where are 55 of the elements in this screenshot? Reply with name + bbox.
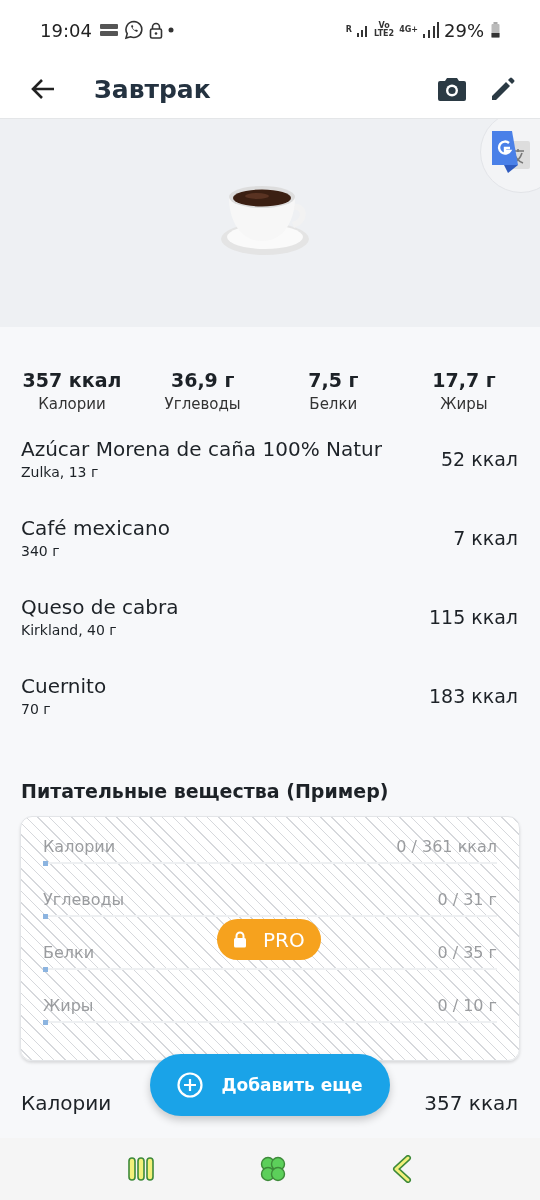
food-calories: 52 ккал [441, 447, 518, 470]
chevron-icon [392, 1155, 413, 1183]
nutrient-reading: 0 / 361 ккал [396, 837, 497, 856]
bars-icon [127, 1157, 154, 1181]
summary-value: 7,5 г [308, 369, 359, 391]
lock-icon [148, 21, 163, 39]
food-detail: 340 г [21, 543, 61, 559]
signal-icon [423, 22, 439, 38]
food-name: Queso de cabra [21, 595, 180, 619]
app-notification-icon [98, 23, 119, 37]
food-detail: Zulka, 13 г [21, 464, 100, 480]
nutrient-reading: 0 / 35 г [437, 943, 497, 962]
total-value: 357 ккал [424, 1091, 518, 1115]
food-name: Cuernito [21, 674, 108, 698]
summary-value: 17,7 г [432, 369, 496, 391]
dot-icon [167, 27, 174, 33]
add-more-button[interactable]: Добавить еще [150, 1054, 390, 1116]
pro-label: PRO [263, 927, 305, 952]
food-calories: 115 ккал [428, 605, 518, 628]
clover-icon [259, 1155, 287, 1183]
summary-label: Калории [38, 395, 106, 413]
food-calories: 183 ккал [428, 684, 518, 707]
nutrient-reading: 0 / 31 г [437, 890, 497, 909]
summary-label: Белки [309, 395, 358, 413]
network-label: Vo [378, 22, 390, 30]
nutrient-name: Углеводы [43, 890, 125, 909]
summary-value: 357 ккал [22, 369, 122, 391]
screen-title: Завтрак [94, 74, 211, 104]
back-arrow-icon [30, 78, 56, 100]
network-label: R [345, 26, 352, 34]
pencil-icon [490, 76, 516, 102]
food-detail: 70 г [21, 701, 52, 717]
clock: 19:04 [40, 19, 92, 41]
battery-percent: 29% [444, 19, 484, 41]
food-calories: 7 ккал [453, 526, 518, 549]
signal-icon [356, 23, 369, 37]
battery-icon [491, 22, 500, 38]
section-title: Питательные вещества (Пример) [20, 779, 390, 802]
nutrient-reading: 0 / 10 г [437, 996, 497, 1015]
nutrient-name: Жиры [43, 996, 94, 1015]
plus-circle-icon [177, 1072, 204, 1098]
summary-label: Углеводы [164, 395, 241, 413]
summary-label: Жиры [440, 395, 488, 413]
food-name: Café mexicano [21, 516, 171, 540]
network-label: LTE2 [373, 30, 395, 38]
nutrient-name: Белки [43, 943, 95, 962]
summary-value: 36,9 г [170, 369, 235, 391]
phone-bubble-icon [123, 20, 144, 40]
nutrient-name: Калории [43, 837, 116, 856]
network-label: 4G+ [399, 26, 418, 34]
lock-icon [233, 931, 247, 948]
camera-icon [438, 77, 466, 101]
total-label: Калории [21, 1091, 112, 1115]
food-detail: Kirkland, 40 г [21, 622, 118, 638]
food-name: Azúcar Morena de caña 100% Natur [21, 437, 383, 461]
